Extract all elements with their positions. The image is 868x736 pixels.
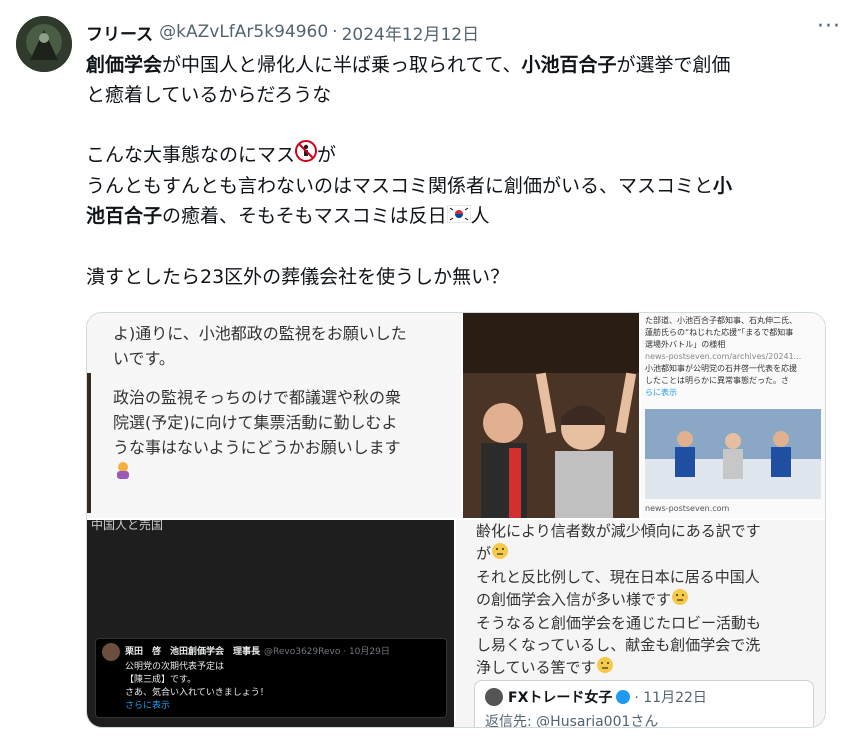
- text-line-3: こんな大事態なのにマスが: [86, 140, 826, 171]
- avatar-image: [16, 16, 72, 72]
- embedded-tweet-card: 栗田 啓 池田創価学会 理事長 @Revo3629Revo · 10月29日 公…: [95, 638, 447, 718]
- quoted-tweet-card[interactable]: FXトレード女子 · 11月22日 返信先: @Husaria001さん: [474, 680, 814, 727]
- media-image-4[interactable]: 齢化により信者数が減少傾向にある訳です が それと反比例して、現在日本に居る中国…: [456, 520, 825, 727]
- post-date[interactable]: 2024年12月12日: [342, 20, 480, 45]
- no-entry-emoji-icon: [295, 140, 318, 171]
- image-1-text: よ)通りに、小池都政の監視をお願いした いです。 政治の監視そっちのけで都議選や…: [87, 313, 461, 487]
- korea-flag-emoji-icon: [446, 202, 472, 232]
- text-line-1: 創価学会が中国人と帰化人に半ば乗っ取られてて、小池百合子が選挙で創価: [86, 54, 731, 76]
- thinking-face-emoji-icon: [596, 656, 614, 680]
- media-image-1[interactable]: よ)通りに、小池都政の監視をお願いした いです。 政治の監視そっちのけで都議選や…: [87, 313, 461, 518]
- user-handle[interactable]: @kAZvLfAr5k94960: [159, 22, 328, 42]
- campaign-photo: [463, 313, 639, 518]
- image-1-edge: [87, 373, 91, 513]
- bowing-person-emoji-icon: [113, 460, 133, 487]
- media-grid: よ)通りに、小池都政の監視をお願いした いです。 政治の監視そっちのけで都議選や…: [86, 312, 826, 728]
- quoted-avatar: [485, 688, 503, 706]
- post-text: 創価学会が中国人と帰化人に半ば乗っ取られてて、小池百合子が選挙で創価 と癒着して…: [86, 50, 826, 292]
- text-line-2: と癒着しているからだろうな: [86, 84, 332, 106]
- text-line-6: 潰すとしたら23区外の葬儀会社を使うしか無い？: [86, 265, 510, 288]
- thinking-face-emoji-icon: [671, 588, 689, 612]
- text-line-4: うんともすんとも言わないのはマスコミ関係者に創価がいる、マスコミと小: [86, 175, 733, 197]
- post-header: フリース @kAZvLfAr5k94960 · 2024年12月12日: [86, 20, 852, 45]
- thinking-face-emoji-icon: [491, 542, 509, 566]
- media-image-2[interactable]: た部道、小池百合子都知事、石丸伸二氏、 蓮舫氏らの“ねじれた応援”「まるで都知事…: [463, 313, 825, 518]
- embedded-avatar: [102, 643, 120, 661]
- media-image-3[interactable]: 中国人と売国 栗田 啓 池田創価学会 理事長 @Revo3629Revo · 1…: [87, 520, 454, 727]
- separator: ·: [332, 22, 338, 42]
- text-line-5: 池百合子の癒着、そもそもマスコミは反日人: [86, 201, 826, 232]
- avatar[interactable]: [16, 16, 72, 72]
- display-name[interactable]: フリース: [86, 20, 153, 45]
- verified-badge-icon: [616, 690, 631, 704]
- image-3-header: 中国人と売国: [91, 520, 164, 532]
- news-article-panel: た部道、小池百合子都知事、石丸伸二氏、 蓮舫氏らの“ねじれた応援”「まるで都知事…: [641, 313, 825, 518]
- more-options-button[interactable]: ···: [814, 16, 844, 42]
- image-4-text: 齢化により信者数が減少傾向にある訳です が それと反比例して、現在日本に居る中国…: [456, 520, 825, 680]
- news-photo: [645, 409, 821, 499]
- more-icon: ···: [817, 14, 841, 39]
